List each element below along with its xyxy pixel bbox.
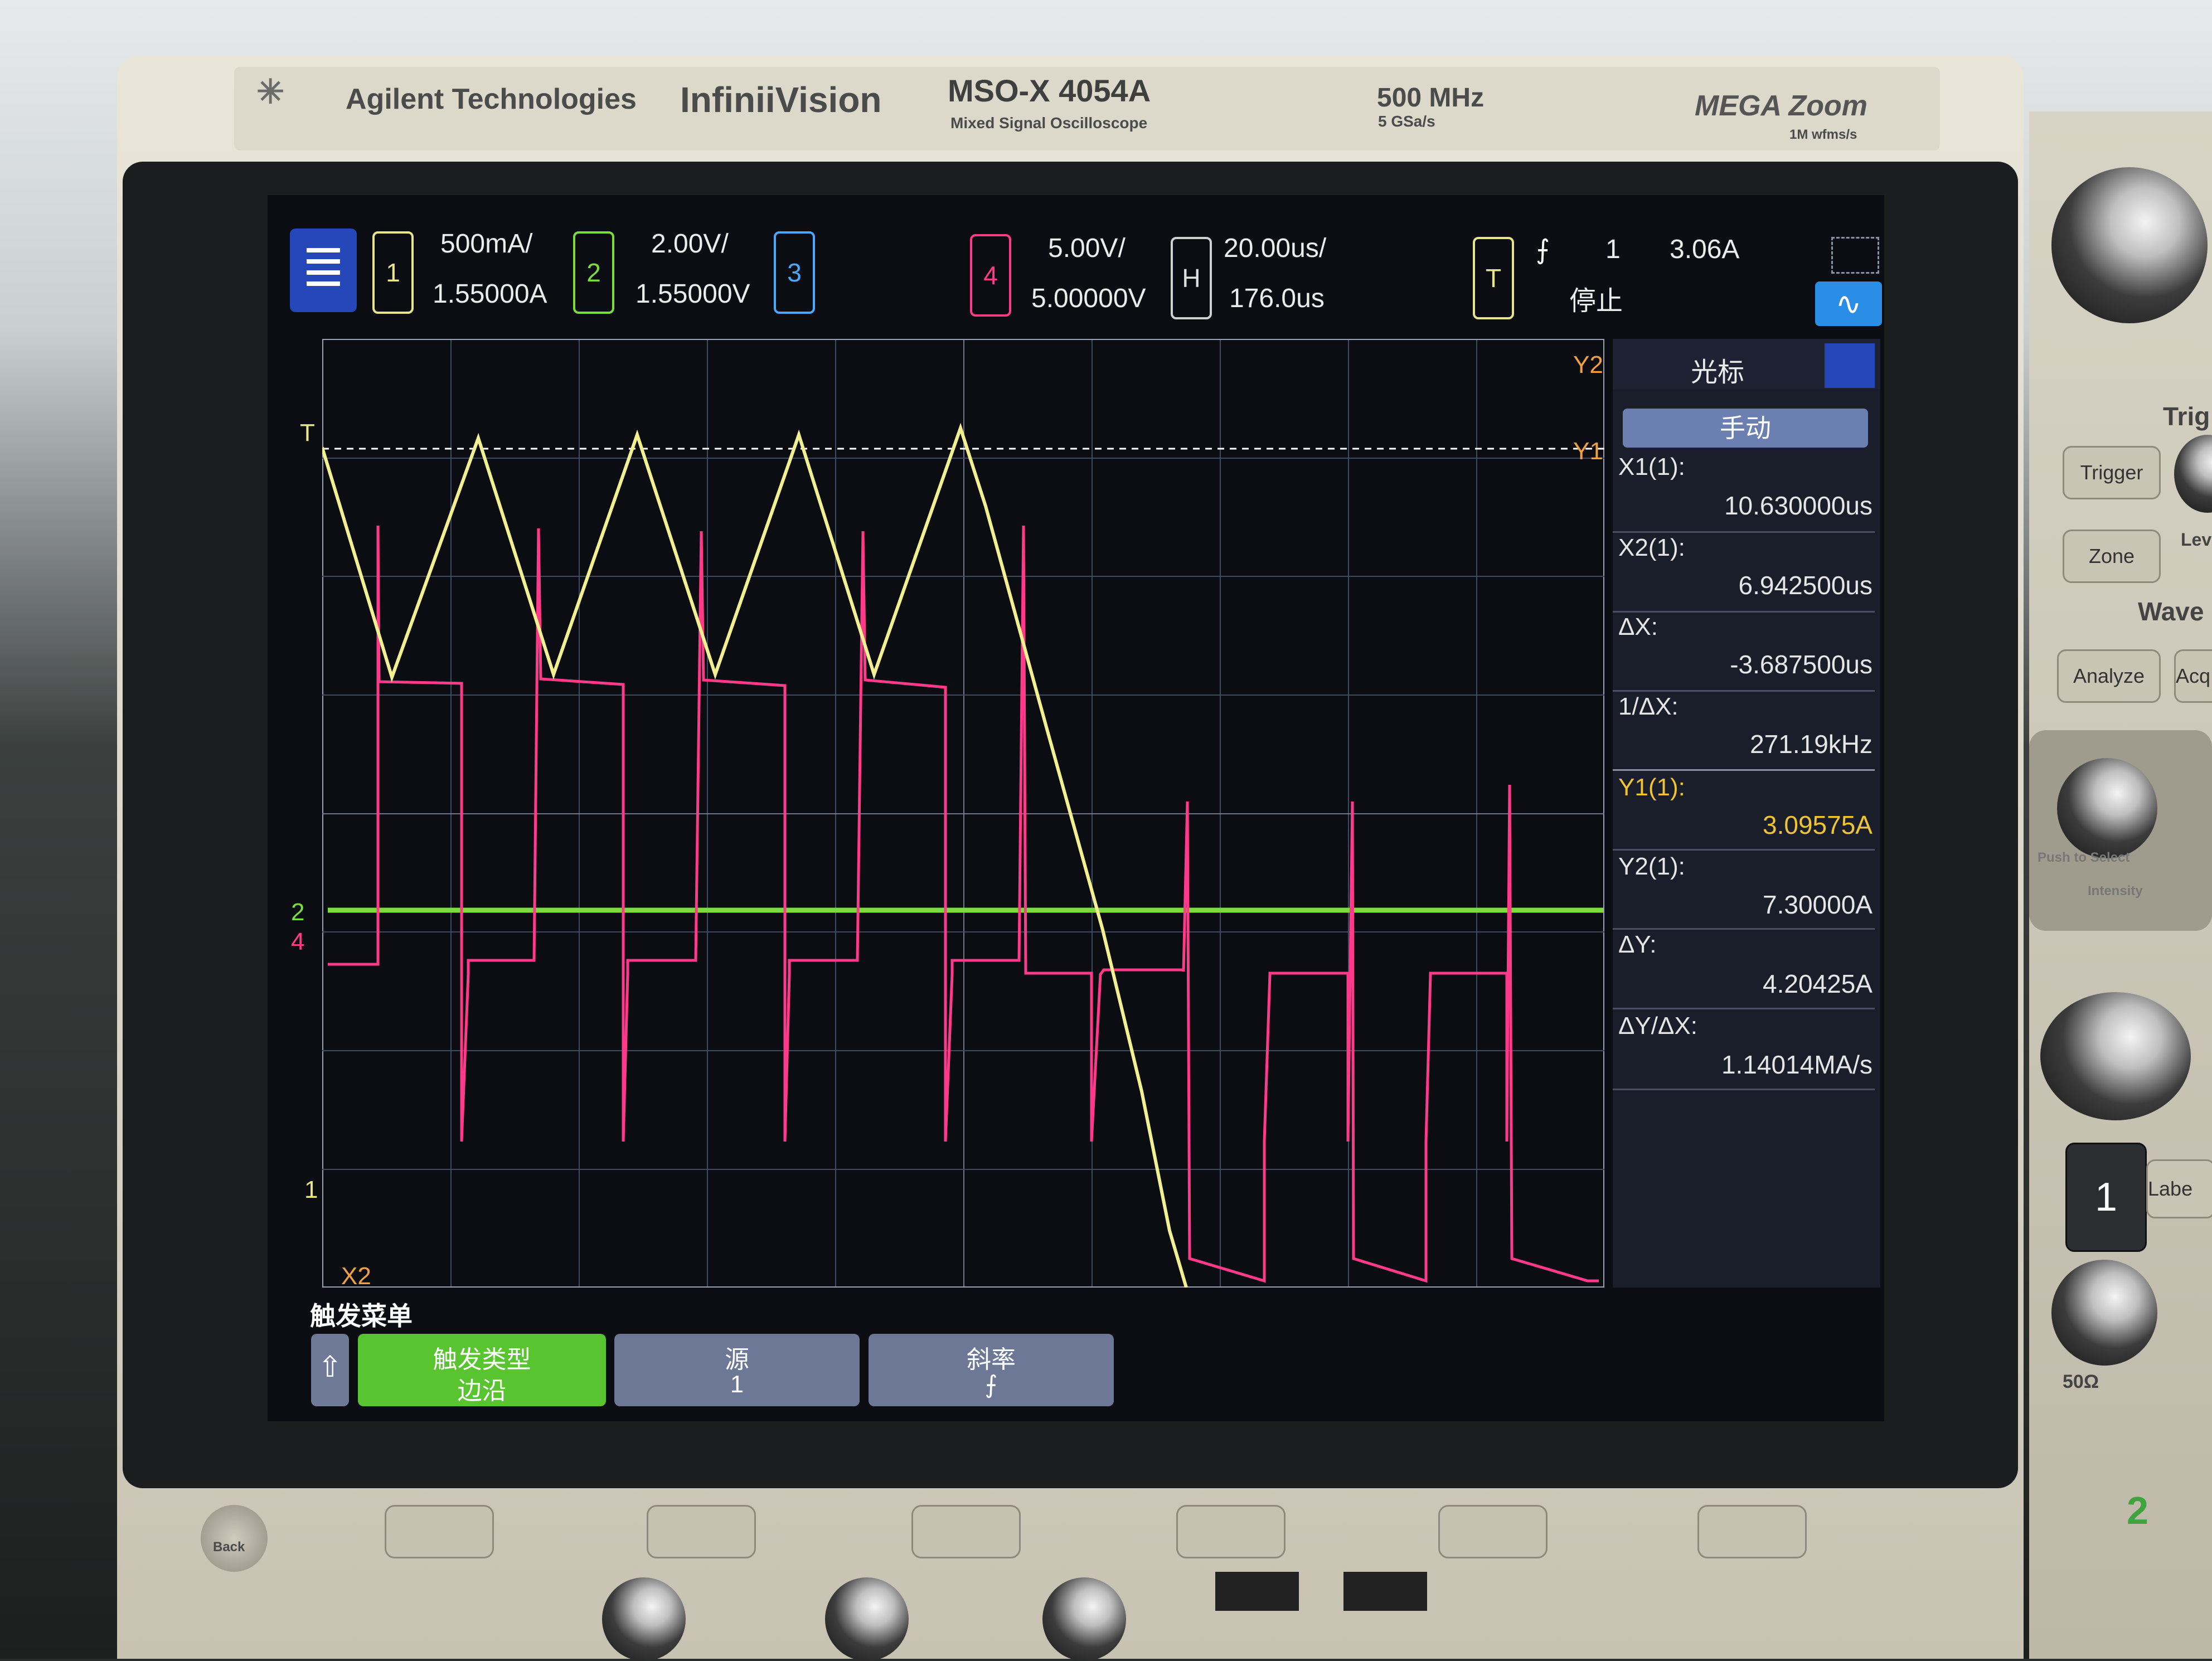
- model-subtitle: Mixed Signal Oscilloscope: [950, 114, 1148, 132]
- trigger-button[interactable]: Trigger: [2063, 446, 2161, 499]
- analyze-button[interactable]: Analyze: [2057, 649, 2161, 703]
- channel-2-ground-marker[interactable]: 2: [291, 899, 304, 926]
- series-name: InfiniiVision: [680, 80, 882, 120]
- vertical-position-knob-icon[interactable]: [2051, 1260, 2157, 1366]
- x2-value: 6.942500us: [1738, 571, 1873, 600]
- y2-label: Y2(1):: [1618, 853, 1685, 880]
- acquisition-status: 停止: [1569, 286, 1623, 316]
- label-button[interactable]: Labe: [2146, 1159, 2212, 1218]
- main-menu-icon[interactable]: [290, 229, 357, 312]
- cursor-mode-button[interactable]: 手动: [1623, 409, 1868, 448]
- delta-y-label: ΔY:: [1618, 931, 1657, 958]
- softkey-up-button[interactable]: ⇧: [311, 1334, 349, 1406]
- input-connector-1-icon: [602, 1577, 686, 1661]
- intensity-label: Intensity: [2088, 883, 2143, 899]
- y1-value: 3.09575A: [1763, 810, 1873, 839]
- channel-4-badge[interactable]: 4: [970, 234, 1011, 317]
- trigger-type-softkey[interactable]: 触发类型 边沿: [358, 1334, 606, 1406]
- x1-label: X1(1):: [1618, 453, 1685, 480]
- channel-2-scale[interactable]: 2.00V/: [651, 229, 729, 259]
- auto-scale-icon[interactable]: ∿: [1815, 281, 1882, 326]
- level-label: Lev: [2181, 530, 2212, 550]
- channel-3-badge[interactable]: 3: [774, 231, 815, 314]
- slope-value: 1.14014MA/s: [1721, 1050, 1873, 1079]
- megazoom-subtitle: 1M wfms/s: [1789, 127, 1857, 142]
- softkey-4[interactable]: [1176, 1505, 1286, 1558]
- vertical-scale-knob-icon[interactable]: [2040, 992, 2191, 1120]
- cursors-panel-title: 光标: [1691, 358, 1745, 387]
- usb-port-icon: [1215, 1572, 1299, 1611]
- rising-edge-icon: ⨍: [1536, 235, 1550, 265]
- softkey-1[interactable]: [385, 1505, 494, 1558]
- softkey-2[interactable]: [647, 1505, 756, 1558]
- impedance-label: 50Ω: [2063, 1371, 2099, 1392]
- acquire-button[interactable]: Acq: [2174, 649, 2212, 703]
- horizontal-knob-icon[interactable]: [2051, 167, 2208, 323]
- trigger-section-title: Trig: [2163, 402, 2210, 431]
- x2-label: X2(1):: [1618, 534, 1685, 561]
- bandwidth: 500 MHz: [1377, 83, 1485, 113]
- delta-x-value: -3.687500us: [1730, 650, 1873, 679]
- horizontal-delay[interactable]: 176.0us: [1229, 283, 1325, 314]
- input-connector-3-icon: [1042, 1577, 1126, 1661]
- delta-x-label: ΔX:: [1618, 613, 1658, 640]
- zoom-box-icon[interactable]: [1831, 237, 1879, 274]
- x2-cursor-marker[interactable]: X2: [341, 1262, 371, 1290]
- channel-4-offset[interactable]: 5.00000V: [1031, 283, 1146, 314]
- zone-button[interactable]: Zone: [2063, 530, 2161, 583]
- waveform-section-title: Wave: [2138, 597, 2204, 626]
- channel-4-ground-marker[interactable]: 4: [291, 928, 304, 956]
- channel-1-trace: [322, 422, 1188, 1288]
- input-connector-2-icon: [825, 1577, 909, 1661]
- trigger-level[interactable]: 3.06A: [1670, 234, 1739, 265]
- channel-1-offset[interactable]: 1.55000A: [433, 279, 547, 309]
- waveform-display[interactable]: [322, 339, 1604, 1288]
- horizontal-badge[interactable]: H: [1171, 237, 1212, 319]
- up-arrow-icon: ⇧: [318, 1351, 342, 1383]
- push-to-select-label: Push to Select: [2038, 850, 2130, 865]
- trigger-level-marker[interactable]: T: [300, 419, 315, 447]
- y1-cursor-marker[interactable]: Y1: [1573, 438, 1603, 465]
- softkey-menu-title: 触发菜单: [310, 1301, 413, 1330]
- softkey-5[interactable]: [1438, 1505, 1548, 1558]
- delta-y-value: 4.20425A: [1763, 969, 1873, 998]
- agilent-logo-icon: ✳: [256, 73, 285, 110]
- softkey-6[interactable]: [1697, 1505, 1807, 1558]
- x1-value: 10.630000us: [1724, 491, 1873, 520]
- waveform-traces: [322, 422, 1604, 1288]
- y2-value: 7.30000A: [1763, 890, 1873, 919]
- slope-label: ΔY/ΔX:: [1618, 1012, 1697, 1040]
- source-softkey[interactable]: 源 1: [614, 1334, 860, 1406]
- cursors-panel: 光标 手动 X1(1): 10.630000us X2(1): 6.942500…: [1613, 339, 1880, 1288]
- channel-2-key-label: 2: [2127, 1489, 2148, 1532]
- channel-4-scale[interactable]: 5.00V/: [1048, 233, 1126, 264]
- brand-name: Agilent Technologies: [346, 83, 637, 115]
- usb-port-2-icon: [1343, 1572, 1427, 1611]
- sample-rate: 5 GSa/s: [1378, 113, 1435, 130]
- channel-1-ground-marker[interactable]: 1: [304, 1176, 318, 1204]
- cursors-menu-icon[interactable]: [1825, 343, 1875, 388]
- channel-1-badge[interactable]: 1: [372, 231, 414, 314]
- model-name: MSO-X 4054A: [948, 73, 1151, 108]
- channel-1-button[interactable]: 1: [2065, 1143, 2147, 1252]
- slope-softkey[interactable]: 斜率 ⨍: [869, 1334, 1114, 1406]
- channel-2-badge[interactable]: 2: [573, 231, 614, 314]
- inverse-delta-x-label: 1/ΔX:: [1618, 693, 1679, 720]
- y2-cursor-marker[interactable]: Y2: [1573, 351, 1603, 379]
- back-button-icon[interactable]: [201, 1505, 268, 1572]
- trigger-source[interactable]: 1: [1605, 234, 1621, 265]
- inverse-delta-x-value: 271.19kHz: [1750, 730, 1873, 759]
- horizontal-scale[interactable]: 20.00us/: [1224, 233, 1326, 264]
- channel-2-offset[interactable]: 1.55000V: [636, 279, 750, 309]
- trigger-softkey-menu: 触发菜单 ⇧ 触发类型 边沿 源 1 斜率 ⨍: [307, 1296, 1605, 1419]
- y1-label: Y1(1):: [1618, 774, 1685, 801]
- channel-4-trace: [328, 525, 1599, 1283]
- megazoom-logo: MEGA Zoom: [1695, 90, 1868, 122]
- trigger-badge[interactable]: T: [1473, 237, 1514, 319]
- back-label: Back: [213, 1539, 245, 1555]
- entry-knob-icon[interactable]: [2057, 758, 2157, 858]
- softkey-3[interactable]: [911, 1505, 1021, 1558]
- channel-1-scale[interactable]: 500mA/: [440, 229, 532, 259]
